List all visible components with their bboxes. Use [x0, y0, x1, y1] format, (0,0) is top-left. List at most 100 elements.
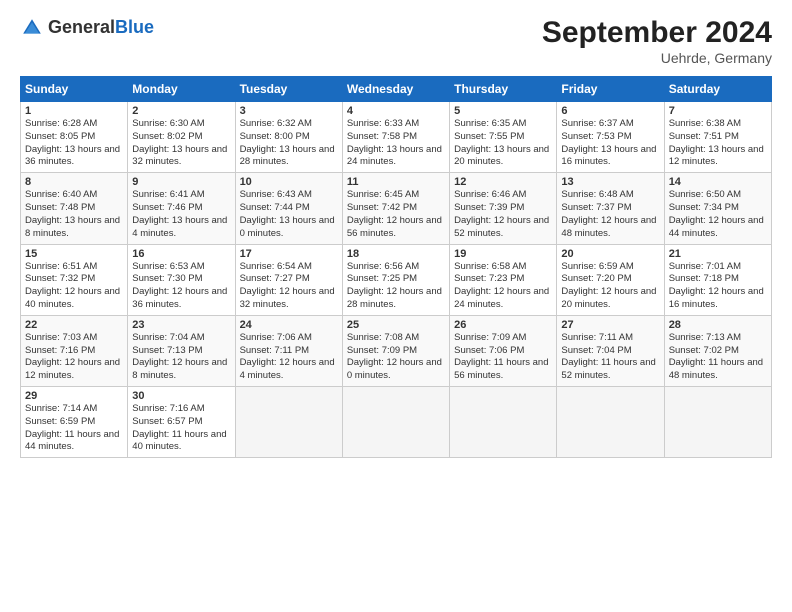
calendar-row: 1Sunrise: 6:28 AMSunset: 8:05 PMDaylight… [21, 102, 772, 173]
table-row: 19Sunrise: 6:58 AMSunset: 7:23 PMDayligh… [450, 244, 557, 315]
table-row: 20Sunrise: 6:59 AMSunset: 7:20 PMDayligh… [557, 244, 664, 315]
day-number: 30 [132, 390, 230, 402]
day-info: Sunrise: 6:33 AMSunset: 7:58 PMDaylight:… [347, 118, 445, 169]
day-info: Sunrise: 6:32 AMSunset: 8:00 PMDaylight:… [240, 118, 338, 169]
col-tuesday: Tuesday [235, 77, 342, 102]
table-row: 22Sunrise: 7:03 AMSunset: 7:16 PMDayligh… [21, 315, 128, 386]
calendar-row: 22Sunrise: 7:03 AMSunset: 7:16 PMDayligh… [21, 315, 772, 386]
col-thursday: Thursday [450, 77, 557, 102]
day-info: Sunrise: 7:11 AMSunset: 7:04 PMDaylight:… [561, 332, 659, 383]
table-row: 11Sunrise: 6:45 AMSunset: 7:42 PMDayligh… [342, 173, 449, 244]
day-info: Sunrise: 6:48 AMSunset: 7:37 PMDaylight:… [561, 189, 659, 240]
day-info: Sunrise: 7:01 AMSunset: 7:18 PMDaylight:… [669, 261, 767, 312]
calendar-row: 8Sunrise: 6:40 AMSunset: 7:48 PMDaylight… [21, 173, 772, 244]
table-row: 2Sunrise: 6:30 AMSunset: 8:02 PMDaylight… [128, 102, 235, 173]
day-info: Sunrise: 6:58 AMSunset: 7:23 PMDaylight:… [454, 261, 552, 312]
day-number: 27 [561, 319, 659, 331]
day-number: 6 [561, 105, 659, 117]
table-row: 13Sunrise: 6:48 AMSunset: 7:37 PMDayligh… [557, 173, 664, 244]
table-row: 4Sunrise: 6:33 AMSunset: 7:58 PMDaylight… [342, 102, 449, 173]
logo-general: General [48, 17, 115, 37]
empty-cell [235, 387, 342, 458]
table-row: 12Sunrise: 6:46 AMSunset: 7:39 PMDayligh… [450, 173, 557, 244]
day-number: 29 [25, 390, 123, 402]
table-row: 10Sunrise: 6:43 AMSunset: 7:44 PMDayligh… [235, 173, 342, 244]
day-number: 2 [132, 105, 230, 117]
month-title: September 2024 [542, 16, 772, 50]
day-number: 25 [347, 319, 445, 331]
table-row: 5Sunrise: 6:35 AMSunset: 7:55 PMDaylight… [450, 102, 557, 173]
title-block: September 2024 Uehrde, Germany [542, 16, 772, 66]
day-info: Sunrise: 6:28 AMSunset: 8:05 PMDaylight:… [25, 118, 123, 169]
day-number: 16 [132, 248, 230, 260]
table-row: 24Sunrise: 7:06 AMSunset: 7:11 PMDayligh… [235, 315, 342, 386]
table-row: 9Sunrise: 6:41 AMSunset: 7:46 PMDaylight… [128, 173, 235, 244]
day-info: Sunrise: 6:59 AMSunset: 7:20 PMDaylight:… [561, 261, 659, 312]
table-row: 14Sunrise: 6:50 AMSunset: 7:34 PMDayligh… [664, 173, 771, 244]
day-info: Sunrise: 7:08 AMSunset: 7:09 PMDaylight:… [347, 332, 445, 383]
day-number: 14 [669, 176, 767, 188]
day-number: 13 [561, 176, 659, 188]
day-info: Sunrise: 6:46 AMSunset: 7:39 PMDaylight:… [454, 189, 552, 240]
logo-icon [20, 16, 44, 40]
day-number: 17 [240, 248, 338, 260]
table-row: 28Sunrise: 7:13 AMSunset: 7:02 PMDayligh… [664, 315, 771, 386]
table-row: 29Sunrise: 7:14 AMSunset: 6:59 PMDayligh… [21, 387, 128, 458]
day-number: 15 [25, 248, 123, 260]
day-number: 11 [347, 176, 445, 188]
day-info: Sunrise: 6:41 AMSunset: 7:46 PMDaylight:… [132, 189, 230, 240]
day-number: 24 [240, 319, 338, 331]
day-number: 26 [454, 319, 552, 331]
day-number: 5 [454, 105, 552, 117]
day-info: Sunrise: 6:54 AMSunset: 7:27 PMDaylight:… [240, 261, 338, 312]
day-number: 22 [25, 319, 123, 331]
day-info: Sunrise: 6:50 AMSunset: 7:34 PMDaylight:… [669, 189, 767, 240]
day-info: Sunrise: 6:56 AMSunset: 7:25 PMDaylight:… [347, 261, 445, 312]
day-number: 1 [25, 105, 123, 117]
col-sunday: Sunday [21, 77, 128, 102]
logo-blue: Blue [115, 17, 154, 37]
table-row: 27Sunrise: 7:11 AMSunset: 7:04 PMDayligh… [557, 315, 664, 386]
day-number: 28 [669, 319, 767, 331]
page-header: GeneralBlue September 2024 Uehrde, Germa… [20, 16, 772, 66]
table-row: 26Sunrise: 7:09 AMSunset: 7:06 PMDayligh… [450, 315, 557, 386]
day-info: Sunrise: 6:45 AMSunset: 7:42 PMDaylight:… [347, 189, 445, 240]
table-row: 23Sunrise: 7:04 AMSunset: 7:13 PMDayligh… [128, 315, 235, 386]
day-info: Sunrise: 6:53 AMSunset: 7:30 PMDaylight:… [132, 261, 230, 312]
day-info: Sunrise: 6:37 AMSunset: 7:53 PMDaylight:… [561, 118, 659, 169]
day-number: 18 [347, 248, 445, 260]
table-row: 1Sunrise: 6:28 AMSunset: 8:05 PMDaylight… [21, 102, 128, 173]
table-row: 17Sunrise: 6:54 AMSunset: 7:27 PMDayligh… [235, 244, 342, 315]
table-row: 15Sunrise: 6:51 AMSunset: 7:32 PMDayligh… [21, 244, 128, 315]
empty-cell [664, 387, 771, 458]
table-row: 18Sunrise: 6:56 AMSunset: 7:25 PMDayligh… [342, 244, 449, 315]
day-number: 9 [132, 176, 230, 188]
day-info: Sunrise: 7:06 AMSunset: 7:11 PMDaylight:… [240, 332, 338, 383]
col-friday: Friday [557, 77, 664, 102]
table-row: 16Sunrise: 6:53 AMSunset: 7:30 PMDayligh… [128, 244, 235, 315]
day-info: Sunrise: 7:03 AMSunset: 7:16 PMDaylight:… [25, 332, 123, 383]
col-monday: Monday [128, 77, 235, 102]
location-subtitle: Uehrde, Germany [542, 50, 772, 66]
table-row: 25Sunrise: 7:08 AMSunset: 7:09 PMDayligh… [342, 315, 449, 386]
day-info: Sunrise: 6:35 AMSunset: 7:55 PMDaylight:… [454, 118, 552, 169]
logo: GeneralBlue [20, 16, 154, 40]
empty-cell [450, 387, 557, 458]
day-info: Sunrise: 7:04 AMSunset: 7:13 PMDaylight:… [132, 332, 230, 383]
table-row: 6Sunrise: 6:37 AMSunset: 7:53 PMDaylight… [557, 102, 664, 173]
col-wednesday: Wednesday [342, 77, 449, 102]
calendar-row: 29Sunrise: 7:14 AMSunset: 6:59 PMDayligh… [21, 387, 772, 458]
day-number: 23 [132, 319, 230, 331]
table-row: 21Sunrise: 7:01 AMSunset: 7:18 PMDayligh… [664, 244, 771, 315]
day-info: Sunrise: 7:14 AMSunset: 6:59 PMDaylight:… [25, 403, 123, 454]
day-number: 3 [240, 105, 338, 117]
day-number: 21 [669, 248, 767, 260]
day-info: Sunrise: 6:38 AMSunset: 7:51 PMDaylight:… [669, 118, 767, 169]
table-row: 7Sunrise: 6:38 AMSunset: 7:51 PMDaylight… [664, 102, 771, 173]
empty-cell [557, 387, 664, 458]
day-number: 20 [561, 248, 659, 260]
day-number: 8 [25, 176, 123, 188]
empty-cell [342, 387, 449, 458]
day-number: 7 [669, 105, 767, 117]
day-number: 19 [454, 248, 552, 260]
